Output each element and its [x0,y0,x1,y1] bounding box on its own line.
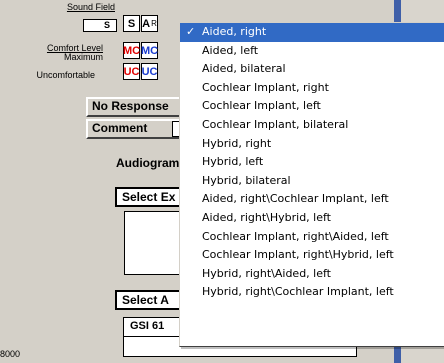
sound-field-label: Sound Field [66,2,115,12]
dropdown-option[interactable]: Cochlear Implant, right [180,79,444,98]
checkmark-icon: ✓ [186,25,196,38]
dropdown-option[interactable]: Aided, right\Cochlear Implant, left [180,190,444,209]
dropdown-option-label: Cochlear Implant, left [202,99,321,113]
uncomfortable-label: Uncomfortable [36,70,95,80]
dropdown-option-label: Aided, bilateral [202,62,286,76]
comment-button[interactable]: Comment [86,119,186,139]
mc-cell-blue[interactable]: MC [141,42,158,59]
dropdown-option[interactable]: Hybrid, right [180,135,444,154]
sound-field-a-cell[interactable]: AR [141,15,158,32]
dropdown-option[interactable]: Cochlear Implant, bilateral [180,116,444,135]
dropdown-option-label: Cochlear Implant, bilateral [202,117,349,131]
dropdown-option-label: Hybrid, right [202,136,272,150]
dropdown-option-label: Hybrid, right\Cochlear Implant, left [202,285,394,299]
sound-field-s-cell[interactable]: S [123,15,140,32]
uc-cell-red[interactable]: UC [123,63,140,80]
dropdown-option[interactable]: Cochlear Implant, right\Aided, left [180,228,444,247]
dropdown-option[interactable]: ✓ Aided, right [180,23,444,42]
dropdown-option[interactable]: Hybrid, right\Cochlear Implant, left [180,283,444,302]
dropdown-option-label: Hybrid, right\Aided, left [202,266,331,280]
dropdown-option-label: Aided, left [202,43,259,57]
dropdown-option-label: Cochlear Implant, right\Aided, left [202,229,389,243]
no-response-button[interactable]: No Response [86,97,186,117]
axis-label-8000: 8000 [0,349,21,359]
examiner-list-box[interactable] [124,211,182,275]
uc-cell-blue[interactable]: UC [141,63,158,80]
r-letter: R [151,19,157,28]
dropdown-option-label: Cochlear Implant, right\Hybrid, left [202,248,394,262]
dropdown-option[interactable]: Cochlear Implant, left [180,97,444,116]
select-a-button[interactable]: Select A [115,290,185,310]
mc-cell-red[interactable]: MC [123,42,140,59]
dropdown-option[interactable]: Aided, bilateral [180,60,444,79]
dropdown-option-label: Aided, right\Cochlear Implant, left [202,192,389,206]
a-letter: A [142,17,151,30]
dropdown-option[interactable]: Hybrid, bilateral [180,172,444,191]
dropdown-option[interactable]: Aided, left [180,42,444,61]
dropdown-option-label: Aided, right\Hybrid, left [202,210,331,224]
dropdown-option-label: Cochlear Implant, right [202,80,329,94]
select-ex-button[interactable]: Select Ex [115,187,185,207]
dropdown-option[interactable]: Cochlear Implant, right\Hybrid, left [180,246,444,265]
audiogram-heading: Audiogram [116,156,180,170]
dropdown-option[interactable]: Hybrid, right\Aided, left [180,265,444,284]
sound-field-s-box[interactable]: S [83,19,117,32]
dropdown-option[interactable]: Hybrid, left [180,153,444,172]
dropdown-option-label: Hybrid, bilateral [202,173,291,187]
dropdown-option-label: Aided, right [202,25,267,38]
dropdown-option-label: Hybrid, left [202,155,264,169]
maximum-label: Maximum [63,52,103,62]
aid-type-dropdown-list[interactable]: ✓ Aided, right Aided, left Aided, bilateral… [179,22,444,347]
dropdown-option[interactable]: Aided, right\Hybrid, left [180,209,444,228]
